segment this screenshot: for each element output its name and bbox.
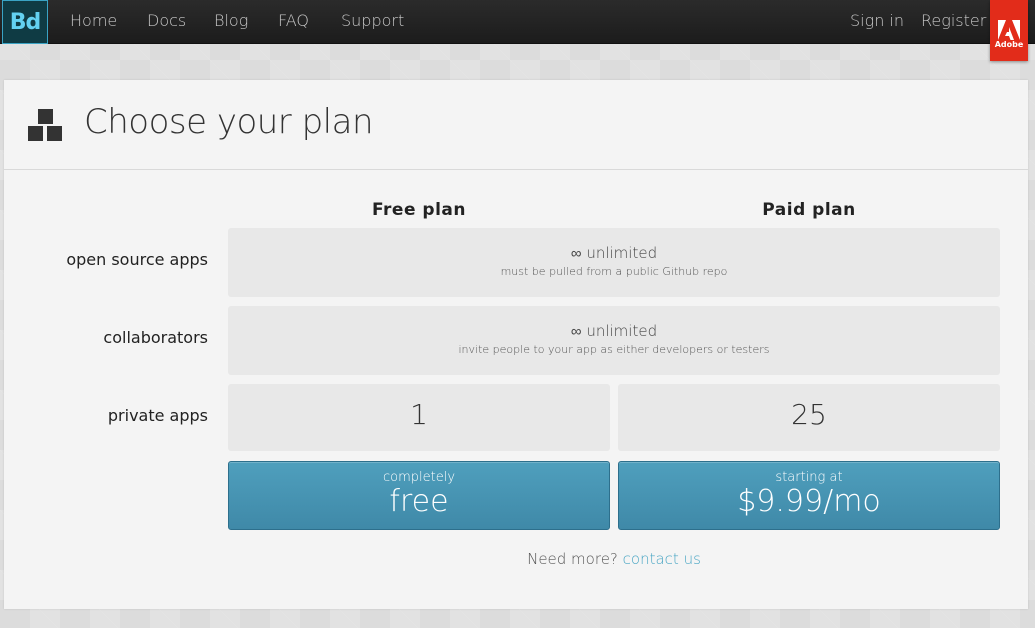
private-apps-paid-value: 25 [791,398,827,431]
private-apps-paid-cell: 25 [618,384,1000,451]
collaborators-value: ∞ unlimited [570,322,658,340]
need-more-label: Need more? [527,550,618,568]
nav-link-support[interactable]: Support [341,0,404,44]
paid-plan-button[interactable]: starting at $9.99/mo [618,461,1000,530]
collaborators-note: invite people to your app as either deve… [458,343,770,356]
private-apps-free-cell: 1 [228,384,610,451]
page-title: Choose your plan [84,102,374,142]
free-plan-button[interactable]: completely free [228,461,610,530]
card-header: Choose your plan [4,80,1028,170]
free-plan-button-price: free [389,484,449,519]
need-more-text: Need more? contact us [228,550,1000,568]
paid-plan-heading: Paid plan [762,200,856,220]
plan-card: Choose your plan Free plan Paid plan ope… [4,80,1028,609]
adobe-badge[interactable]: Adobe [990,0,1028,61]
collaborators-cell: ∞ unlimited invite people to your app as… [228,306,1000,375]
contact-us-link[interactable]: contact us [623,550,701,568]
blocks-icon [28,109,62,141]
nav-link-docs[interactable]: Docs [147,0,186,44]
open-source-apps-cell: ∞ unlimited must be pulled from a public… [228,228,1000,297]
adobe-label: Adobe [994,40,1024,49]
top-navigation-bar: Bd Home Docs Blog FAQ Support Sign in Re… [0,0,1035,44]
nav-link-blog[interactable]: Blog [214,0,248,44]
private-apps-free-value: 1 [410,398,428,431]
nav-link-faq[interactable]: FAQ [278,0,309,44]
paid-plan-button-caption: starting at [775,470,843,485]
row-label-open-source-apps: open source apps [66,250,208,269]
bd-logo[interactable]: Bd [2,0,48,44]
nav-link-home[interactable]: Home [70,0,117,44]
open-source-apps-value: ∞ unlimited [570,244,658,262]
free-plan-button-caption: completely [382,470,456,485]
open-source-apps-note: must be pulled from a public Github repo [500,265,728,278]
sign-in-link[interactable]: Sign in [850,0,904,44]
register-link[interactable]: Register [921,0,986,44]
row-label-private-apps: private apps [107,406,208,425]
adobe-logo-icon [990,20,1028,40]
free-plan-heading: Free plan [372,200,466,220]
row-label-collaborators: collaborators [103,328,208,347]
paid-plan-button-price: $9.99/mo [737,484,881,519]
